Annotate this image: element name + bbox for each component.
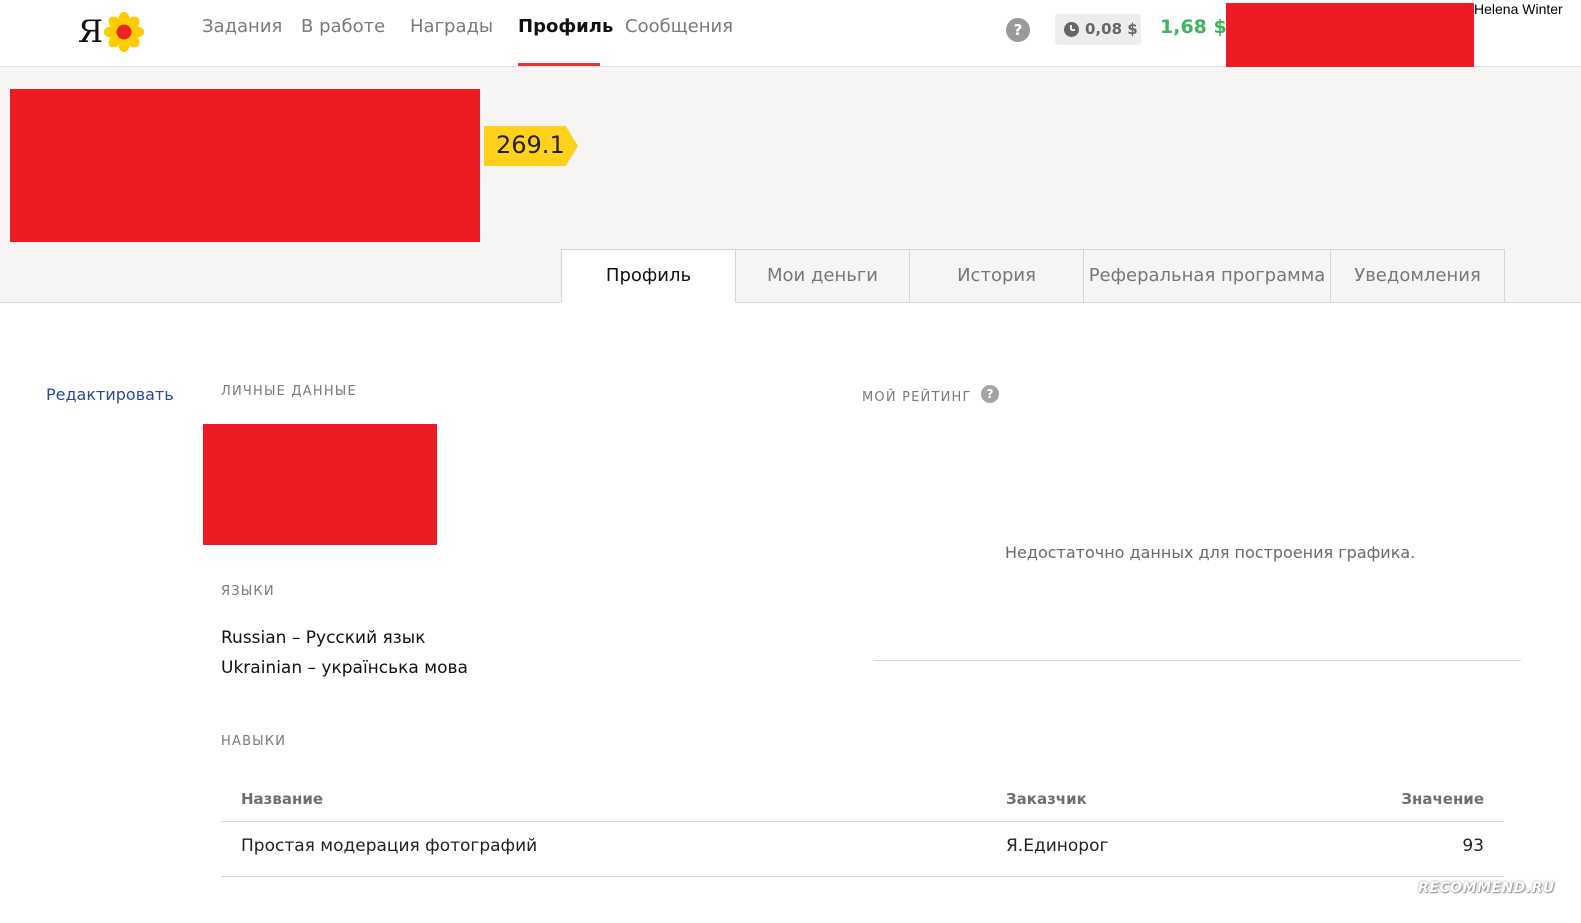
pending-earnings-badge[interactable]: 0,08 $ [1055, 14, 1141, 45]
language-item: Russian – Русский язык [221, 628, 426, 648]
logo-letter: Я [78, 14, 104, 50]
watermark: RECOMMEND.RU [1418, 880, 1555, 896]
rating-help-icon[interactable]: ? [981, 385, 999, 403]
rating-value: 269.1 [496, 131, 565, 159]
column-header-requester[interactable]: Заказчик [1006, 790, 1087, 808]
help-icon[interactable]: ? [1006, 18, 1030, 42]
tab-history[interactable]: История [910, 249, 1084, 303]
chart-no-data-message: Недостаточно данных для построения графи… [1005, 543, 1416, 562]
active-nav-indicator [518, 63, 600, 66]
skill-requester: Я.Единорог [1006, 836, 1109, 856]
redacted-personal-data [203, 424, 437, 545]
clock-icon [1064, 22, 1079, 37]
column-header-name[interactable]: Название [241, 790, 323, 808]
tab-my-money[interactable]: Мои деньги [736, 249, 910, 303]
language-item: Ukrainian – українська мова [221, 658, 468, 678]
flower-icon [104, 12, 144, 52]
languages-heading: ЯЗЫКИ [221, 584, 275, 599]
nav-messages[interactable]: Сообщения [625, 16, 733, 37]
edit-profile-link[interactable]: Редактировать [46, 385, 174, 404]
top-bar: Я Задания В работе Награды Профиль Сообщ… [0, 0, 1581, 69]
pending-amount: 0,08 $ [1085, 20, 1138, 38]
tab-notifications[interactable]: Уведомления [1331, 249, 1505, 303]
nav-in-progress[interactable]: В работе [301, 16, 385, 37]
column-header-value[interactable]: Значение [1401, 790, 1484, 808]
redacted-user-info [10, 89, 480, 242]
redacted-area [1226, 3, 1474, 69]
skills-heading: НАВЫКИ [221, 734, 287, 749]
table-header-divider [221, 821, 1504, 822]
skill-value: 93 [1462, 836, 1484, 856]
yandex-toloka-logo[interactable]: Я [78, 8, 148, 56]
account-balance[interactable]: 1,68 $ [1160, 16, 1227, 38]
skill-name: Простая модерация фотографий [241, 836, 538, 856]
nav-profile[interactable]: Профиль [518, 16, 613, 37]
profile-header: 269.1 Профиль Мои деньги История Реферал… [0, 67, 1581, 303]
rating-badge: 269.1 [484, 126, 578, 166]
nav-rewards[interactable]: Награды [410, 16, 493, 37]
table-row-divider [221, 876, 1504, 877]
personal-data-heading: ЛИЧНЫЕ ДАННЫЕ [221, 384, 357, 399]
tab-referral-program[interactable]: Реферальная программа [1084, 249, 1331, 303]
my-rating-heading: МОЙ РЕЙТИНГ [862, 390, 972, 405]
chart-baseline [874, 660, 1521, 661]
nav-tasks[interactable]: Задания [202, 16, 282, 37]
tab-profile[interactable]: Профиль [561, 249, 736, 303]
user-name[interactable]: Helena Winter [1474, 1, 1563, 17]
